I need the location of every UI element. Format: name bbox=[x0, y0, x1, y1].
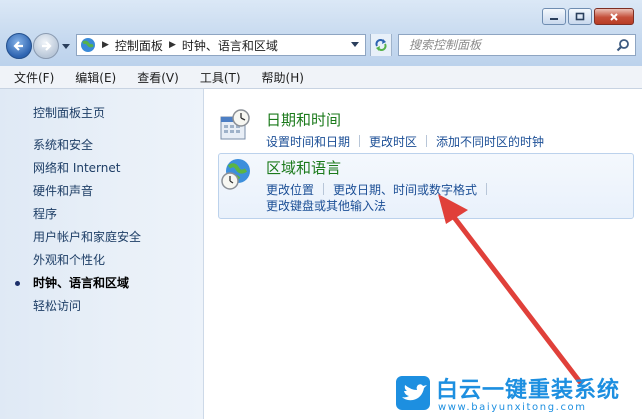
sidebar-item-programs[interactable]: 程序 bbox=[33, 206, 141, 229]
menu-edit[interactable]: 编辑(E) bbox=[61, 69, 123, 86]
content-area: 日期和时间 设置时间和日期 更改时区 添加不同时区的时钟 区域和语言 更改位置 更改日… bbox=[204, 89, 642, 419]
change-location-link[interactable]: 更改位置 bbox=[266, 183, 314, 197]
sidebar-item-network-internet[interactable]: 网络和 Internet bbox=[33, 160, 141, 183]
menu-view[interactable]: 查看(V) bbox=[123, 69, 186, 86]
minimize-button[interactable] bbox=[542, 8, 566, 25]
globe-clock-icon[interactable] bbox=[219, 157, 253, 191]
search-icon[interactable] bbox=[616, 38, 630, 52]
navigation-bar: ▶ 控制面板 ▶ 时钟、语言和区域 bbox=[6, 33, 636, 59]
maximize-button[interactable] bbox=[568, 8, 592, 25]
back-button[interactable] bbox=[6, 33, 32, 59]
address-dropdown-icon[interactable] bbox=[351, 42, 359, 48]
menu-bar: 文件(F) 编辑(E) 查看(V) 工具(T) 帮助(H) bbox=[0, 66, 642, 89]
active-bullet-icon bbox=[15, 281, 20, 286]
watermark: 白云一键重装系统 www.baiyunxitong.com bbox=[388, 372, 642, 419]
search-input[interactable] bbox=[409, 36, 609, 54]
sidebar-home-link[interactable]: 控制面板主页 bbox=[33, 104, 105, 121]
address-bar[interactable]: ▶ 控制面板 ▶ 时钟、语言和区域 bbox=[76, 34, 366, 56]
menu-help[interactable]: 帮助(H) bbox=[248, 69, 311, 86]
link-divider bbox=[426, 135, 428, 147]
change-keyboard-input-link[interactable]: 更改键盘或其他输入法 bbox=[266, 199, 386, 213]
breadcrumb-root[interactable]: 控制面板 bbox=[115, 37, 163, 54]
breadcrumb-separator-icon[interactable]: ▶ bbox=[169, 40, 176, 50]
breadcrumb-current[interactable]: 时钟、语言和区域 bbox=[182, 37, 278, 54]
menu-file[interactable]: 文件(F) bbox=[0, 69, 61, 86]
change-date-time-format-link[interactable]: 更改日期、时间或数字格式 bbox=[333, 183, 477, 197]
category-title[interactable]: 日期和时间 bbox=[266, 109, 341, 130]
minimize-icon bbox=[550, 17, 558, 20]
control-panel-icon bbox=[81, 38, 95, 52]
close-icon bbox=[610, 12, 618, 21]
window-titlebar: ▶ 控制面板 ▶ 时钟、语言和区域 bbox=[0, 0, 642, 66]
sidebar-item-system-security[interactable]: 系统和安全 bbox=[33, 137, 141, 160]
sidebar-list: 系统和安全 网络和 Internet 硬件和声音 程序 用户帐户和家庭安全 外观… bbox=[15, 137, 141, 321]
change-timezone-link[interactable]: 更改时区 bbox=[369, 135, 417, 149]
sidebar-item-appearance[interactable]: 外观和个性化 bbox=[33, 252, 141, 275]
category-links-row2: 更改键盘或其他输入法 bbox=[266, 197, 386, 214]
link-divider bbox=[486, 183, 488, 195]
add-clocks-link[interactable]: 添加不同时区的时钟 bbox=[436, 135, 544, 149]
watermark-url: www.baiyunxitong.com bbox=[438, 402, 587, 413]
category-title[interactable]: 区域和语言 bbox=[266, 157, 341, 178]
bird-logo-icon bbox=[396, 376, 430, 410]
recent-pages-dropdown[interactable] bbox=[62, 42, 70, 50]
sidebar: 控制面板主页 系统和安全 网络和 Internet 硬件和声音 程序 用户帐户和… bbox=[0, 89, 204, 419]
sidebar-item-clock-language-region[interactable]: 时钟、语言和区域 bbox=[15, 275, 141, 298]
set-time-date-link[interactable]: 设置时间和日期 bbox=[266, 135, 350, 149]
category-links: 更改位置 更改日期、时间或数字格式 bbox=[266, 181, 496, 198]
window-controls bbox=[540, 8, 634, 25]
sidebar-item-ease-of-access[interactable]: 轻松访问 bbox=[33, 298, 141, 321]
forward-button[interactable] bbox=[33, 33, 59, 59]
link-divider bbox=[359, 135, 361, 147]
watermark-brand: 白云一键重装系统 bbox=[436, 378, 621, 403]
refresh-icon bbox=[375, 39, 387, 51]
sidebar-item-hardware-sound[interactable]: 硬件和声音 bbox=[33, 183, 141, 206]
menu-tools[interactable]: 工具(T) bbox=[186, 69, 248, 86]
calendar-clock-icon[interactable] bbox=[219, 109, 253, 143]
search-box bbox=[398, 34, 636, 56]
arrow-right-icon bbox=[42, 41, 52, 51]
breadcrumb-separator-icon: ▶ bbox=[102, 40, 109, 50]
sidebar-item-user-accounts[interactable]: 用户帐户和家庭安全 bbox=[33, 229, 141, 252]
link-divider bbox=[323, 183, 325, 195]
close-button[interactable] bbox=[594, 8, 634, 25]
maximize-icon bbox=[575, 12, 585, 20]
sidebar-item-label: 时钟、语言和区域 bbox=[33, 276, 130, 290]
refresh-button[interactable] bbox=[370, 34, 392, 56]
arrow-left-icon bbox=[13, 41, 23, 51]
category-links: 设置时间和日期 更改时区 添加不同时区的时钟 bbox=[266, 133, 544, 150]
